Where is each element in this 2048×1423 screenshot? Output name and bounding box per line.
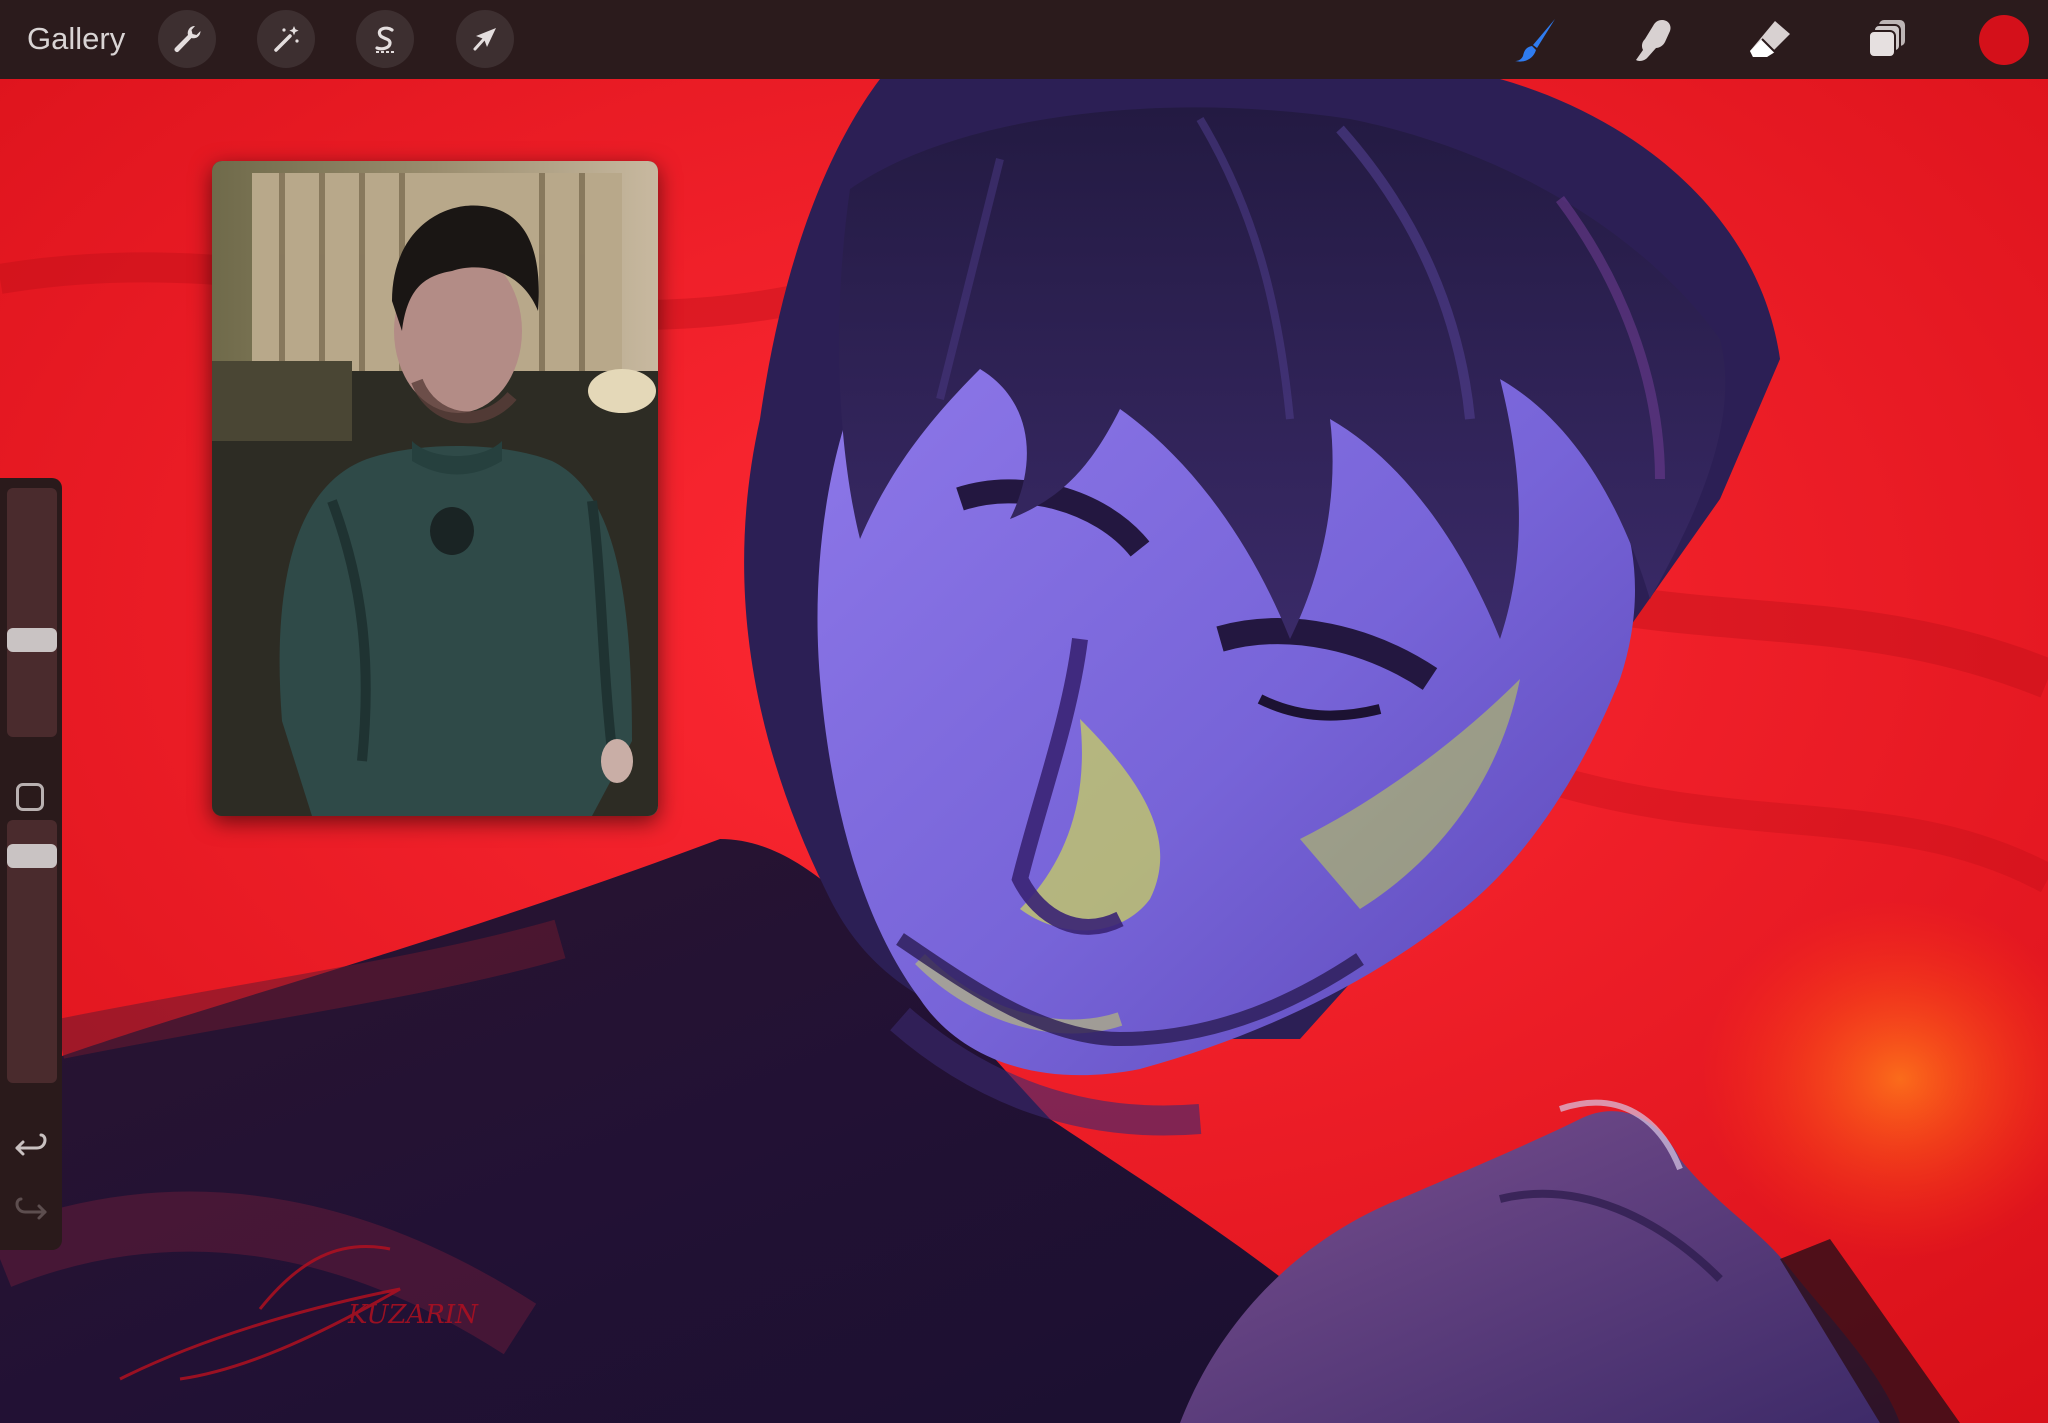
modify-square-icon[interactable] <box>16 783 44 811</box>
brush-opacity-slider[interactable] <box>7 820 57 1083</box>
top-toolbar: Gallery <box>0 0 2048 79</box>
transform-button[interactable] <box>456 10 514 68</box>
layers-icon <box>1868 20 1905 58</box>
wrench-icon <box>174 25 201 52</box>
reference-photo <box>212 161 658 816</box>
actions-button[interactable] <box>158 10 216 68</box>
paintbrush-icon <box>1515 19 1555 62</box>
gallery-button[interactable]: Gallery <box>27 18 125 60</box>
procreate-app: Gallery KUZARIN <box>0 0 2048 1423</box>
brush-opacity-thumb[interactable] <box>7 844 57 868</box>
svg-text:KUZARIN: KUZARIN <box>347 1300 479 1330</box>
undo-icon[interactable] <box>13 1130 49 1166</box>
redo-icon[interactable] <box>13 1192 49 1228</box>
brush-tool-button[interactable] <box>1506 10 1566 70</box>
selection-s-icon <box>375 26 394 53</box>
eraser-tool-button[interactable] <box>1740 10 1800 70</box>
smudge-tool-button[interactable] <box>1624 10 1684 70</box>
left-sidebar <box>0 478 62 1250</box>
adjustments-button[interactable] <box>257 10 315 68</box>
reference-image-window[interactable] <box>212 161 658 816</box>
selection-button[interactable] <box>356 10 414 68</box>
brush-size-thumb[interactable] <box>7 628 57 652</box>
layers-button[interactable] <box>1858 10 1918 70</box>
eraser-icon <box>1750 21 1790 57</box>
arrow-cursor-icon <box>473 28 496 51</box>
drawing-canvas[interactable]: KUZARIN <box>0 79 2048 1423</box>
brush-size-slider[interactable] <box>7 488 57 737</box>
magic-wand-icon <box>274 26 299 52</box>
smudge-finger-icon <box>1636 20 1671 61</box>
color-picker-button[interactable] <box>1979 15 2029 65</box>
